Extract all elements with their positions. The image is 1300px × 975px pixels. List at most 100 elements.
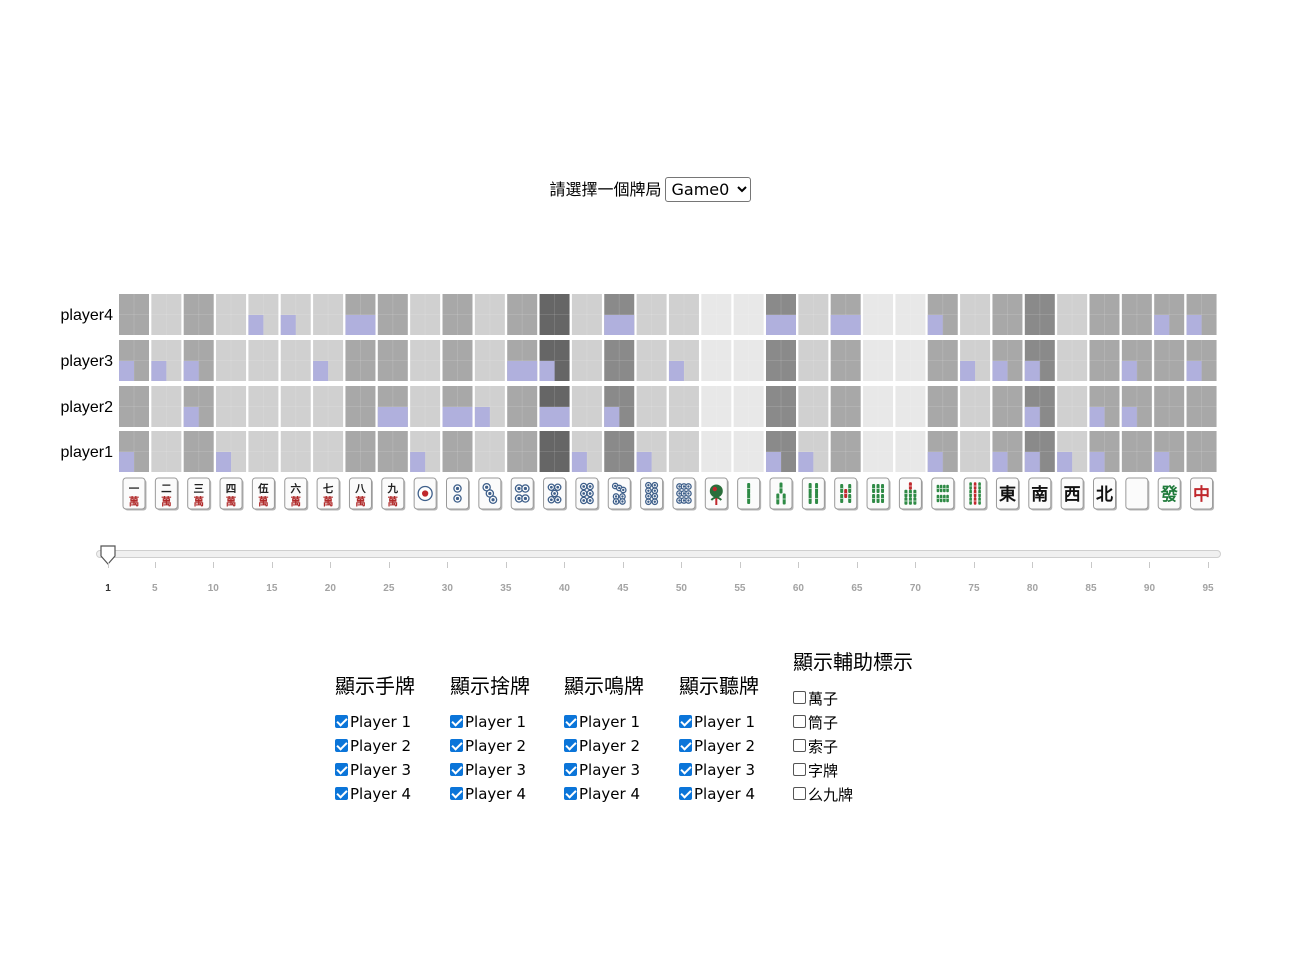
heat-cell[interactable]	[863, 386, 894, 427]
heat-cell[interactable]	[668, 340, 699, 381]
heat-cell[interactable]	[1057, 294, 1088, 335]
heat-cell[interactable]	[992, 294, 1023, 335]
heat-cell[interactable]	[539, 340, 570, 381]
heat-cell[interactable]	[151, 431, 182, 472]
heat-cell[interactable]	[668, 294, 699, 335]
checkbox[interactable]	[679, 714, 692, 728]
checkbox[interactable]	[679, 762, 692, 776]
show-meld-option[interactable]: Player 1	[564, 710, 644, 734]
heat-cell[interactable]	[474, 294, 505, 335]
heat-cell[interactable]	[345, 431, 376, 472]
heat-cell[interactable]	[992, 431, 1023, 472]
heat-cell[interactable]	[1154, 294, 1185, 335]
heat-cell[interactable]	[280, 386, 311, 427]
heat-cell[interactable]	[927, 294, 958, 335]
checkbox[interactable]	[564, 714, 577, 728]
heat-cell[interactable]	[539, 431, 570, 472]
checkbox[interactable]	[793, 714, 806, 728]
heat-cell[interactable]	[1089, 386, 1120, 427]
checkbox[interactable]	[679, 786, 692, 800]
heat-cell[interactable]	[895, 431, 926, 472]
heat-cell[interactable]	[377, 431, 408, 472]
checkbox[interactable]	[335, 738, 348, 752]
checkbox[interactable]	[564, 786, 577, 800]
heat-cell[interactable]	[766, 386, 796, 427]
heat-cell[interactable]	[1121, 294, 1152, 335]
show-discard-option[interactable]: Player 1	[450, 710, 530, 734]
checkbox[interactable]	[793, 786, 806, 800]
heat-cell[interactable]	[1121, 431, 1152, 472]
heat-cell[interactable]	[636, 340, 667, 381]
heat-cell[interactable]	[183, 431, 214, 472]
heat-cell[interactable]	[539, 294, 570, 335]
heat-cell[interactable]	[1186, 386, 1217, 427]
heat-cell[interactable]	[248, 340, 279, 381]
heat-cell[interactable]	[1089, 431, 1120, 472]
heat-cell[interactable]	[377, 386, 408, 427]
heat-cell[interactable]	[410, 431, 441, 472]
show-meld-option[interactable]: Player 2	[564, 734, 644, 758]
checkbox[interactable]	[564, 738, 577, 752]
heat-cell[interactable]	[539, 386, 570, 427]
heat-cell[interactable]	[1121, 340, 1152, 381]
heat-cell[interactable]	[216, 294, 247, 335]
checkbox[interactable]	[450, 714, 463, 728]
checkbox[interactable]	[793, 690, 806, 704]
checkbox[interactable]	[793, 738, 806, 752]
show-meld-option[interactable]: Player 4	[564, 782, 644, 806]
show-helper-option[interactable]: 字牌	[793, 758, 913, 782]
heat-cell[interactable]	[507, 294, 538, 335]
show-helper-option[interactable]: 筒子	[793, 710, 913, 734]
show-ready-option[interactable]: Player 3	[679, 758, 759, 782]
heat-cell[interactable]	[345, 386, 376, 427]
heat-cell[interactable]	[571, 431, 602, 472]
show-ready-option[interactable]: Player 1	[679, 710, 759, 734]
heat-cell[interactable]	[798, 431, 829, 472]
heat-cell[interactable]	[636, 294, 667, 335]
heat-cell[interactable]	[1121, 386, 1152, 427]
heat-cell[interactable]	[798, 340, 829, 381]
heat-cell[interactable]	[766, 431, 796, 472]
heat-cell[interactable]	[183, 294, 214, 335]
heat-cell[interactable]	[701, 386, 732, 427]
heat-cell[interactable]	[1186, 294, 1217, 335]
heat-cell[interactable]	[507, 431, 538, 472]
heat-cell[interactable]	[927, 340, 958, 381]
heat-cell[interactable]	[830, 340, 861, 381]
show-hand-option[interactable]: Player 1	[335, 710, 415, 734]
heat-cell[interactable]	[604, 386, 635, 427]
heat-cell[interactable]	[960, 340, 991, 381]
show-helper-option[interactable]: 索子	[793, 734, 913, 758]
heat-cell[interactable]	[119, 386, 149, 427]
heat-cell[interactable]	[345, 294, 376, 335]
show-hand-option[interactable]: Player 4	[335, 782, 415, 806]
checkbox[interactable]	[335, 762, 348, 776]
heat-cell[interactable]	[1186, 340, 1217, 381]
show-ready-option[interactable]: Player 2	[679, 734, 759, 758]
heat-cell[interactable]	[668, 386, 699, 427]
heat-cell[interactable]	[1154, 386, 1185, 427]
show-hand-option[interactable]: Player 3	[335, 758, 415, 782]
heat-cell[interactable]	[701, 294, 732, 335]
checkbox[interactable]	[335, 714, 348, 728]
heat-cell[interactable]	[701, 431, 732, 472]
heat-cell[interactable]	[766, 340, 796, 381]
heat-cell[interactable]	[604, 340, 635, 381]
heat-cell[interactable]	[733, 340, 764, 381]
heat-cell[interactable]	[151, 340, 182, 381]
show-discard-option[interactable]: Player 2	[450, 734, 530, 758]
heat-cell[interactable]	[766, 294, 796, 335]
heat-cell[interactable]	[571, 340, 602, 381]
checkbox[interactable]	[450, 762, 463, 776]
turn-slider-track[interactable]	[96, 550, 1221, 558]
heat-cell[interactable]	[1057, 386, 1088, 427]
heat-cell[interactable]	[410, 386, 441, 427]
heat-cell[interactable]	[830, 294, 861, 335]
heat-cell[interactable]	[313, 431, 344, 472]
heat-cell[interactable]	[410, 294, 441, 335]
heat-cell[interactable]	[1154, 431, 1185, 472]
heat-cell[interactable]	[507, 386, 538, 427]
heat-cell[interactable]	[377, 340, 408, 381]
heat-cell[interactable]	[992, 340, 1023, 381]
heat-cell[interactable]	[442, 386, 473, 427]
